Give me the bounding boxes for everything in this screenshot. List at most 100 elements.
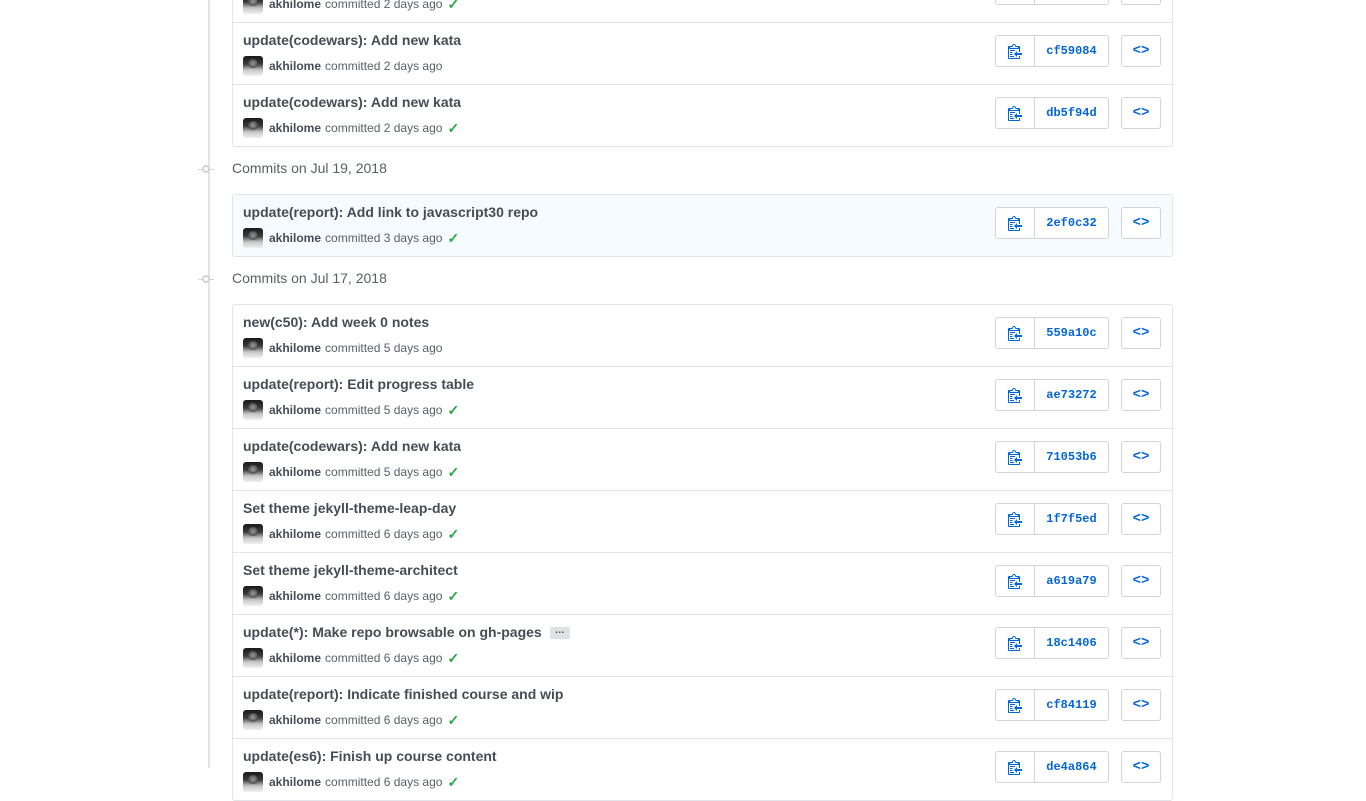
- check-icon[interactable]: ✓: [447, 120, 459, 137]
- browse-repo-button[interactable]: <>: [1121, 627, 1161, 659]
- commit-message-link[interactable]: Set theme jekyll-theme-architect: [243, 562, 458, 578]
- browse-repo-button[interactable]: <>: [1121, 751, 1161, 783]
- check-icon[interactable]: ✓: [447, 0, 459, 13]
- commit-message-link[interactable]: update(codewars): Add new kata: [243, 94, 461, 110]
- avatar[interactable]: [243, 338, 263, 358]
- browse-repo-button[interactable]: <>: [1121, 689, 1161, 721]
- commit-row: update(report): Add link to javascript30…: [233, 195, 1172, 256]
- commit-sha-link[interactable]: 1f7f5ed: [1035, 503, 1109, 535]
- commit-row: update(codewars): Add new kata akhilome …: [233, 84, 1172, 146]
- copy-sha-button[interactable]: [995, 503, 1035, 535]
- browse-repo-button[interactable]: <>: [1121, 97, 1161, 129]
- copy-sha-button[interactable]: [995, 97, 1035, 129]
- commit-sha-link[interactable]: cf84119: [1035, 689, 1109, 721]
- commit-sha-group: 559a10c: [995, 317, 1109, 349]
- commit-message-link[interactable]: update(codewars): Add new kata: [243, 438, 461, 454]
- avatar[interactable]: [243, 648, 263, 668]
- commit-message-link[interactable]: update(*): Make repo browsable on gh-pag…: [243, 624, 542, 640]
- commit-sha-link[interactable]: ae73272: [1035, 379, 1109, 411]
- avatar[interactable]: [243, 710, 263, 730]
- browse-repo-button[interactable]: <>: [1121, 317, 1161, 349]
- commit-author-link[interactable]: akhilome: [269, 231, 321, 245]
- browse-repo-button[interactable]: <>: [1121, 379, 1161, 411]
- copy-sha-button[interactable]: [995, 35, 1035, 67]
- commit-message-link[interactable]: update(report): Add link to javascript30…: [243, 204, 538, 220]
- browse-repo-button[interactable]: <>: [1121, 441, 1161, 473]
- avatar[interactable]: [243, 118, 263, 138]
- commit-sha-group: 71053b6: [995, 441, 1109, 473]
- commit-time: committed 2 days ago: [325, 0, 443, 11]
- browse-repo-button[interactable]: <>: [1121, 35, 1161, 67]
- avatar[interactable]: [243, 772, 263, 792]
- commit-group-title: Commits on Jul 17, 2018: [232, 270, 387, 286]
- check-icon[interactable]: ✓: [447, 402, 459, 419]
- commit-message-link[interactable]: Set theme jekyll-theme-leap-day: [243, 500, 456, 516]
- commit-time: committed 5 days ago: [325, 403, 443, 417]
- copy-sha-button[interactable]: [995, 207, 1035, 239]
- commit-message-link[interactable]: update(codewars): Add new kata: [243, 32, 461, 48]
- commit-sha-link[interactable]: 2ef0c32: [1035, 207, 1109, 239]
- avatar[interactable]: [243, 400, 263, 420]
- check-icon[interactable]: ✓: [447, 588, 459, 605]
- commit-author-link[interactable]: akhilome: [269, 465, 321, 479]
- commit-sha-link[interactable]: de4a864: [1035, 751, 1109, 783]
- check-icon[interactable]: ✓: [447, 774, 459, 791]
- clippy-icon: [1008, 636, 1022, 651]
- timeline-node-icon: [198, 165, 214, 173]
- commit-author-link[interactable]: akhilome: [269, 403, 321, 417]
- copy-sha-button[interactable]: [995, 689, 1035, 721]
- commit-sha-group: 2ef0c32: [995, 207, 1109, 239]
- commit-author-link[interactable]: akhilome: [269, 121, 321, 135]
- copy-sha-button[interactable]: [995, 565, 1035, 597]
- commit-sha-link[interactable]: 559a10c: [1035, 317, 1109, 349]
- commit-message-link[interactable]: update(report): Indicate finished course…: [243, 686, 563, 702]
- commit-list: update(codewars): Add new kata akhilome …: [0, 0, 1366, 801]
- avatar[interactable]: [243, 524, 263, 544]
- commit-author-link[interactable]: akhilome: [269, 59, 321, 73]
- commit-author-link[interactable]: akhilome: [269, 713, 321, 727]
- commit-sha-link[interactable]: db5f94d: [1035, 97, 1109, 129]
- avatar[interactable]: [243, 56, 263, 76]
- copy-sha-button[interactable]: [995, 379, 1035, 411]
- copy-sha-button[interactable]: [995, 627, 1035, 659]
- commit-sha-link[interactable]: 18c1406: [1035, 627, 1109, 659]
- commit-sha-link[interactable]: 71053b6: [1035, 441, 1109, 473]
- commit-author-link[interactable]: akhilome: [269, 651, 321, 665]
- check-icon[interactable]: ✓: [447, 464, 459, 481]
- commit-sha-link[interactable]: a619a79: [1035, 565, 1109, 597]
- commit-sha-link[interactable]: a1b2c3d: [1035, 0, 1109, 5]
- copy-sha-button[interactable]: [995, 441, 1035, 473]
- commit-author-link[interactable]: akhilome: [269, 527, 321, 541]
- check-icon[interactable]: ✓: [447, 526, 459, 543]
- copy-sha-button[interactable]: [995, 317, 1035, 349]
- copy-sha-button[interactable]: [995, 0, 1035, 5]
- avatar[interactable]: [243, 462, 263, 482]
- avatar[interactable]: [243, 0, 263, 14]
- commit-sha-link[interactable]: cf59084: [1035, 35, 1109, 67]
- copy-sha-button[interactable]: [995, 751, 1035, 783]
- commit-author-link[interactable]: akhilome: [269, 775, 321, 789]
- browse-repo-button[interactable]: <>: [1121, 565, 1161, 597]
- commit-sha-group: a619a79: [995, 565, 1109, 597]
- check-icon[interactable]: ✓: [447, 230, 459, 247]
- commit-box: new(c50): Add week 0 notes akhilome comm…: [232, 304, 1173, 801]
- expand-ellipsis-button[interactable]: …: [549, 626, 570, 640]
- commit-author-link[interactable]: akhilome: [269, 341, 321, 355]
- clippy-icon: [1008, 326, 1022, 341]
- commit-author-link[interactable]: akhilome: [269, 0, 321, 11]
- avatar[interactable]: [243, 228, 263, 248]
- check-icon[interactable]: ✓: [447, 712, 459, 729]
- commit-message-link[interactable]: new(c50): Add week 0 notes: [243, 314, 429, 330]
- browse-repo-button[interactable]: <>: [1121, 207, 1161, 239]
- commit-meta: akhilome committed 2 days ago ✓: [243, 0, 459, 14]
- browse-repo-button[interactable]: <>: [1121, 0, 1161, 5]
- browse-repo-button[interactable]: <>: [1121, 503, 1161, 535]
- commit-row: update(es6): Finish up course content ak…: [233, 738, 1172, 800]
- check-icon[interactable]: ✓: [447, 650, 459, 667]
- avatar[interactable]: [243, 586, 263, 606]
- commit-message-link[interactable]: update(report): Edit progress table: [243, 376, 474, 392]
- commit-author-link[interactable]: akhilome: [269, 589, 321, 603]
- commit-time: committed 5 days ago: [325, 465, 443, 479]
- commit-row: update(report): Edit progress table akhi…: [233, 366, 1172, 428]
- commit-message-link[interactable]: update(es6): Finish up course content: [243, 748, 497, 764]
